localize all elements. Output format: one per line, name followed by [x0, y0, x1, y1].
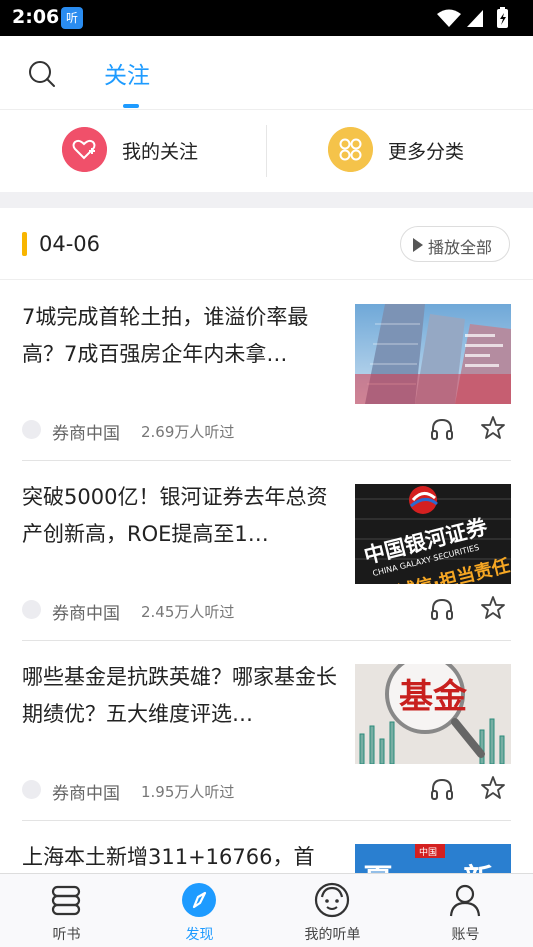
play-all-label: 播放全部 [428, 238, 493, 257]
nav-books[interactable]: 听书 [0, 874, 133, 947]
source-avatar [22, 600, 41, 619]
play-all-button[interactable]: 播放全部 [400, 226, 510, 262]
nav-books-label: 听书 [52, 927, 81, 943]
article-source: 券商中国 [52, 784, 120, 804]
source-avatar [22, 780, 41, 799]
top-bar: 关注 [0, 36, 533, 110]
more-categories-label: 更多分类 [388, 141, 465, 163]
article-item[interactable]: 哪些基金是抗跌英雄？哪家基金长期绩优？五大维度评选… 基金 券商中国 1.95万… [0, 641, 533, 821]
article-plays: 2.69万人听过 [141, 423, 235, 441]
my-follows-label: 我的关注 [122, 141, 199, 163]
bottom-navigation: 听书 发现 我的听单 账号 [0, 873, 533, 947]
quick-divider [266, 125, 267, 177]
nav-my-list-label: 我的听单 [304, 927, 361, 943]
news-text-b: 新 [463, 863, 493, 873]
article-plays: 1.95万人听过 [141, 783, 235, 801]
headphones-icon[interactable] [429, 416, 455, 442]
headphones-icon[interactable] [429, 596, 455, 622]
star-icon[interactable] [480, 595, 506, 621]
star-icon[interactable] [480, 775, 506, 801]
wifi-icon [437, 9, 461, 27]
search-icon[interactable] [24, 58, 60, 90]
status-bar: 2:06 听 [0, 0, 533, 36]
news-text-a: 夏 [363, 863, 394, 873]
city-buildings-thumbnail [355, 304, 511, 404]
nav-discover-label: 发现 [185, 927, 214, 943]
news-thumbnail: 中国 夏 新 [355, 844, 511, 873]
fund-thumb-text: 基金 [399, 677, 468, 717]
tab-follow[interactable]: 关注 [104, 56, 150, 90]
nav-my-list[interactable]: 我的听单 [266, 874, 399, 947]
fund-magnifier-thumbnail: 基金 [355, 664, 511, 764]
signal-icon [467, 10, 483, 27]
bookshelf-icon [51, 885, 81, 916]
article-item[interactable]: 突破5000亿！银河证券去年总资产创新高，ROE提高至1… 中国银河证券 CHI… [0, 461, 533, 641]
tab-active-indicator [123, 104, 139, 108]
date-marker [22, 232, 27, 256]
galaxy-securities-thumbnail: 中国银河证券 CHINA GALAXY SECURITIES 诚信·担当责任 [355, 484, 511, 584]
status-time: 2:06 [12, 6, 60, 28]
nav-account-label: 账号 [451, 927, 480, 943]
article-title: 7城完成首轮土拍，谁溢价率最高？7成百强房企年内未拿… [22, 305, 309, 366]
article-title: 上海本土新增311+16766，首 [22, 845, 315, 869]
headphones-icon[interactable] [429, 776, 455, 802]
section-gap [0, 192, 533, 208]
article-title: 哪些基金是抗跌英雄？哪家基金长期绩优？五大维度评选… [22, 665, 337, 726]
article-source: 券商中国 [52, 424, 120, 444]
star-icon[interactable] [480, 415, 506, 441]
app-notification-icon: 听 [61, 7, 83, 29]
article-item[interactable]: 7城完成首轮土拍，谁溢价率最高？7成百强房企年内未拿… 券商中国 2.69万人听… [0, 281, 533, 461]
compass-icon [182, 883, 216, 917]
article-plays: 2.45万人听过 [141, 603, 235, 621]
face-icon [314, 882, 350, 918]
heart-plus-icon [62, 127, 107, 172]
quick-links: 我的关注 更多分类 [0, 110, 533, 192]
date-section-header: 04-06 播放全部 [0, 208, 533, 280]
news-badge-text: 中国 [419, 846, 437, 858]
my-follows-button[interactable]: 我的关注 [62, 127, 242, 175]
article-title: 突破5000亿！银河证券去年总资产创新高，ROE提高至1… [22, 485, 328, 546]
user-icon [449, 884, 481, 917]
source-avatar [22, 420, 41, 439]
article-item[interactable]: 上海本土新增311+16766，首 中国 夏 新 [0, 821, 533, 873]
section-date: 04-06 [39, 232, 101, 256]
status-icons [437, 7, 508, 28]
more-categories-button[interactable]: 更多分类 [328, 127, 508, 175]
nav-discover[interactable]: 发现 [133, 874, 266, 947]
play-icon [413, 238, 423, 252]
category-grid-icon [328, 127, 373, 172]
article-source: 券商中国 [52, 604, 120, 624]
nav-account[interactable]: 账号 [399, 874, 532, 947]
